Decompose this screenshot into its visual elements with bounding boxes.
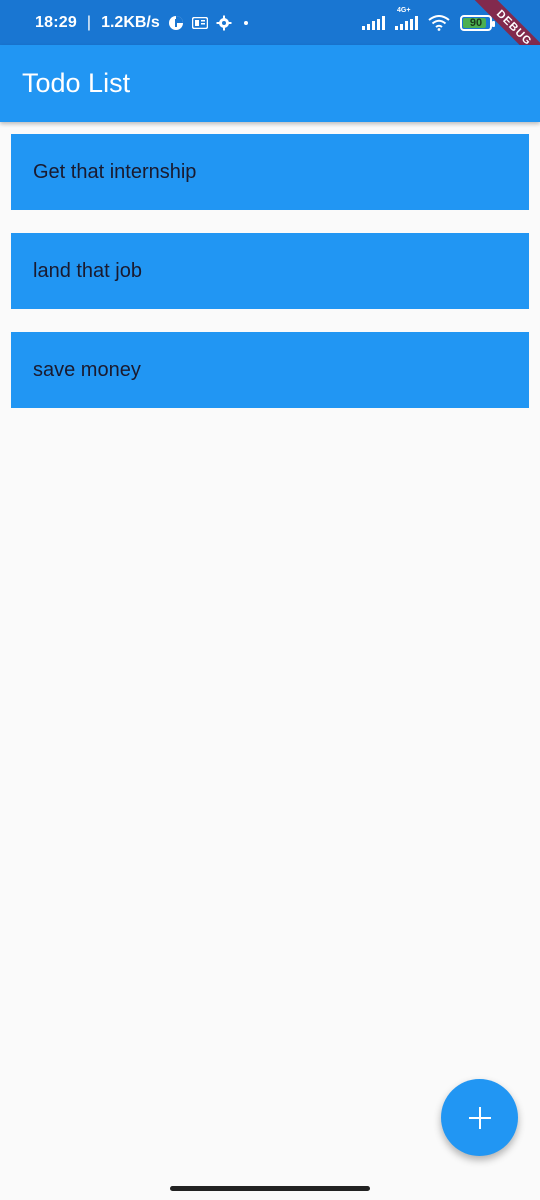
- home-indicator[interactable]: [170, 1186, 370, 1191]
- battery-icon: 90: [460, 14, 495, 31]
- sim-icon: [191, 16, 208, 29]
- status-right: 4G+ 90: [362, 0, 495, 45]
- dot-icon: [240, 17, 252, 29]
- status-time: 18:29: [35, 13, 77, 31]
- data-saver-icon: [168, 15, 184, 31]
- signal-icon: [362, 15, 385, 30]
- todo-text: Get that internship: [33, 160, 197, 183]
- network-speed: 1.2KB/s: [101, 13, 160, 31]
- battery-level: 90: [469, 16, 483, 29]
- signal-icon: 4G+: [395, 7, 418, 30]
- status-left: 18:29 | 1.2KB/s: [35, 14, 252, 32]
- status-bar: 18:29 | 1.2KB/s 4G+ 90: [0, 0, 540, 45]
- todo-text: land that job: [33, 259, 142, 282]
- battery-cap: [492, 20, 495, 27]
- gear-icon: [216, 15, 232, 31]
- list-item[interactable]: save money: [11, 332, 529, 408]
- todo-list: Get that internship land that job save m…: [11, 134, 529, 431]
- network-type-label: 4G+: [397, 6, 411, 14]
- status-separator: |: [86, 13, 92, 31]
- list-item[interactable]: land that job: [11, 233, 529, 309]
- wifi-icon: [428, 14, 450, 31]
- add-todo-button[interactable]: [441, 1079, 518, 1156]
- plus-icon: [468, 1106, 491, 1129]
- todo-text: save money: [33, 358, 141, 381]
- app-bar: Todo List: [0, 45, 540, 122]
- list-item[interactable]: Get that internship: [11, 134, 529, 210]
- page-title: Todo List: [22, 68, 131, 98]
